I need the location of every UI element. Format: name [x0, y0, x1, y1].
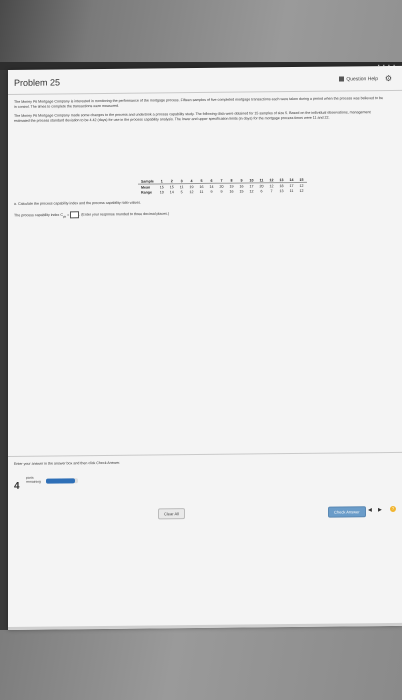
range-cell: 10	[159, 189, 164, 194]
parts-remaining: 4 parts remaining	[14, 476, 41, 494]
next-arrow-icon[interactable]: ▶	[378, 507, 382, 513]
problem-paragraph-2: The Money Pit Mortgage Company made some…	[14, 110, 371, 123]
progress-bar	[46, 478, 78, 484]
range-cell: 9	[220, 189, 223, 194]
range-cell: 6	[260, 188, 263, 193]
monitor-bezel	[0, 70, 8, 630]
header-divider	[8, 89, 402, 95]
clear-all-button[interactable]: Clear All	[158, 508, 185, 520]
parts-label: parts remaining	[26, 475, 41, 484]
range-cell: 7	[270, 188, 273, 193]
range-cell: 12	[189, 189, 194, 194]
range-cell: 12	[299, 188, 304, 193]
question-help-label: Question Help	[346, 76, 378, 83]
footer-divider	[8, 451, 402, 457]
problem-paragraph-1: The Money Pit Mortgage Company is intere…	[14, 96, 383, 109]
range-cell: 13	[279, 188, 284, 193]
check-answer-button[interactable]: Check Answer	[328, 506, 366, 518]
grid-icon	[339, 76, 345, 82]
question-help-link[interactable]: Question Help	[339, 76, 378, 82]
help-dot-icon[interactable]: ?	[390, 505, 396, 512]
cpk-subscript: pk	[62, 214, 67, 219]
page-title: Problem 25	[14, 77, 61, 88]
data-table: Sample 1 2 3 4 5 6 7 8 9 10 11 12 13 14 15 Mean 15 15 11 19…	[138, 176, 307, 195]
range-cell: 11	[289, 188, 294, 193]
range-label: Range	[141, 189, 152, 195]
cpk-suffix: (Enter your response rounded to three de…	[81, 211, 170, 217]
problem-page: Problem 25 Question Help ⚙ The Money Pit…	[8, 65, 402, 630]
cpk-question: The process capability index Cpk = . (En…	[14, 211, 170, 219]
range-cell: 14	[169, 189, 174, 194]
range-cell: 15	[239, 189, 244, 194]
instruction-text: Enter your answer in the answer box and …	[14, 460, 121, 466]
prev-arrow-icon[interactable]: ◀	[368, 507, 372, 513]
progress-fill	[46, 478, 75, 484]
gear-icon[interactable]: ⚙	[385, 74, 392, 83]
range-cell: 9	[210, 189, 213, 194]
parts-count: 4	[14, 480, 20, 492]
cpk-prefix: The process capability index C	[14, 212, 63, 218]
range-cell: 16	[229, 189, 234, 194]
range-cell: 12	[249, 188, 254, 193]
range-cell: 11	[199, 189, 204, 194]
range-cell: 5	[180, 189, 183, 194]
part-a-prompt: a. Calculate the process capability inde…	[14, 200, 142, 206]
cpk-answer-input[interactable]	[70, 211, 80, 219]
